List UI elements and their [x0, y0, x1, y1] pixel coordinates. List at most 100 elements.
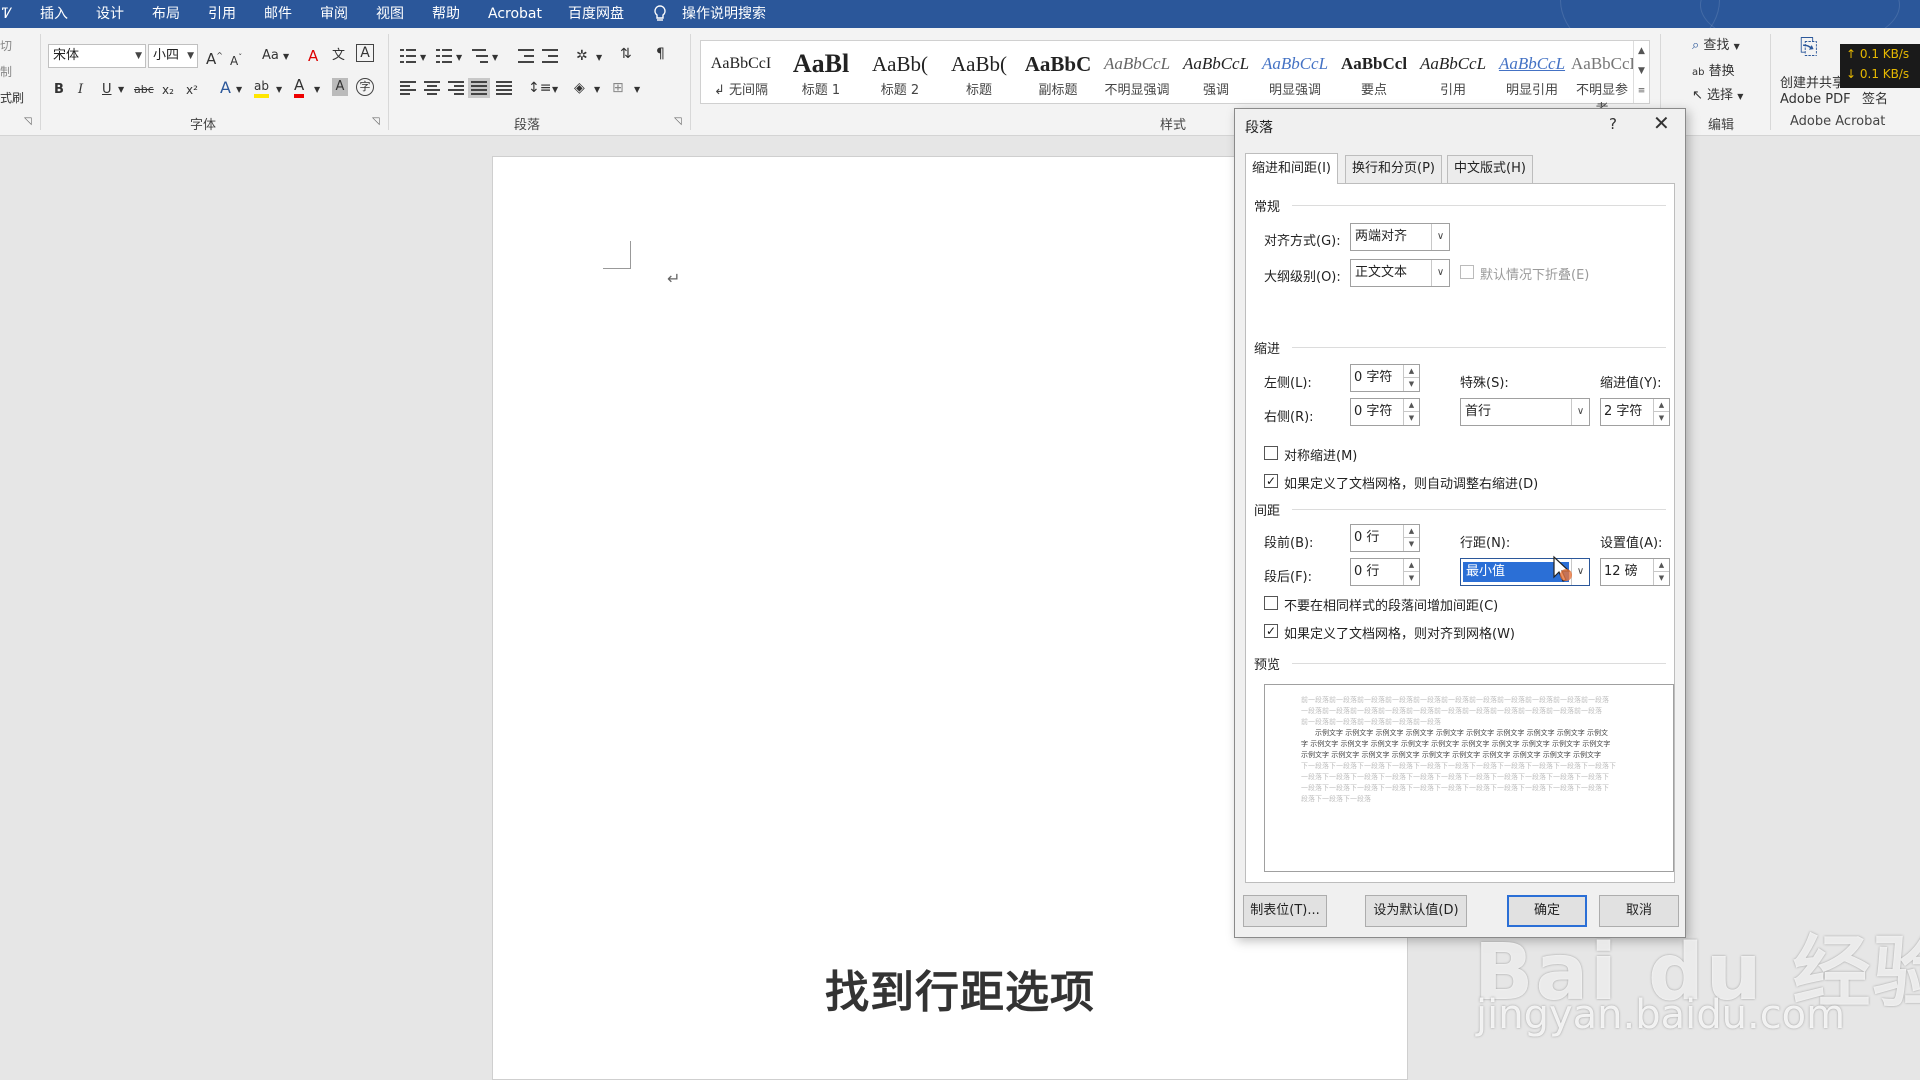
style-subtle-reference[interactable]: AaBbCcD不明显参考: [1571, 41, 1633, 117]
spin-down-icon[interactable]: ▼: [1403, 378, 1419, 391]
gallery-scrollbar[interactable]: ▲ ▼ ≡: [1633, 41, 1649, 103]
alignment-select[interactable]: 两端对齐 ∨: [1350, 223, 1450, 251]
show-marks-icon[interactable]: ¶: [656, 44, 665, 64]
tab-references[interactable]: 引用: [208, 0, 236, 28]
spin-down-icon[interactable]: ▼: [1653, 412, 1669, 425]
change-case-button[interactable]: Aa ▼: [262, 46, 289, 67]
paragraph-launcher-icon[interactable]: ◹: [674, 116, 682, 127]
strikethrough-button[interactable]: abc: [134, 80, 154, 100]
shrink-font-button[interactable]: Aˇ: [230, 48, 242, 71]
underline-button[interactable]: U: [102, 80, 112, 100]
style-emphasis[interactable]: AaBbCcL 强调: [1176, 41, 1256, 103]
left-indent-spinner[interactable]: 0 字符 ▲ ▼: [1350, 364, 1420, 392]
tab-mailings[interactable]: 邮件: [264, 0, 292, 28]
snap-to-grid-checkbox[interactable]: ✓: [1264, 624, 1278, 638]
sort-icon[interactable]: ⇅: [620, 44, 632, 64]
font-size-combo[interactable]: 小四 ▼: [148, 44, 198, 68]
shading-bucket-icon[interactable]: ◈: [574, 78, 585, 98]
right-indent-spinner[interactable]: 0 字符 ▲ ▼: [1350, 398, 1420, 426]
collapse-default-checkbox[interactable]: [1460, 265, 1474, 279]
style-subtle-emphasis[interactable]: AaBbCcL 不明显强调: [1097, 41, 1177, 103]
tabs-button[interactable]: 制表位(T)...: [1243, 895, 1327, 927]
character-shading-icon[interactable]: A: [332, 78, 348, 96]
numbering-icon[interactable]: [434, 48, 454, 64]
spin-up-icon[interactable]: ▲: [1403, 559, 1419, 572]
chevron-down-icon[interactable]: ▼: [456, 48, 462, 68]
align-left-icon[interactable]: [398, 80, 418, 96]
chevron-down-icon[interactable]: ▼: [552, 80, 558, 100]
style-subtitle[interactable]: AaBbC 副标题: [1018, 41, 1098, 103]
distributed-icon[interactable]: [494, 80, 514, 96]
spin-up-icon[interactable]: ▲: [1653, 559, 1669, 572]
enclose-characters-icon[interactable]: 字: [356, 78, 374, 96]
outline-level-select[interactable]: 正文文本 ∨: [1350, 259, 1450, 287]
spin-down-icon[interactable]: ▼: [1403, 538, 1419, 551]
style-heading-1[interactable]: AaBl 标题 1: [781, 41, 861, 103]
bold-button[interactable]: B: [54, 80, 64, 100]
clipboard-launcher-icon[interactable]: ◹: [24, 116, 32, 127]
style-no-spacing[interactable]: AaBbCcI ↲ 无间隔: [701, 41, 781, 103]
tell-me-search[interactable]: 操作说明搜索: [682, 0, 766, 28]
chevron-down-icon[interactable]: ▼: [420, 48, 426, 68]
font-name-combo[interactable]: 宋体 ▼: [48, 44, 146, 68]
cut-button[interactable]: 切: [0, 36, 12, 56]
auto-right-indent-checkbox[interactable]: ✓: [1264, 474, 1278, 488]
tab-home-partial[interactable]: Ꮴ: [2, 0, 13, 28]
tab-baidu-netdisk[interactable]: 百度网盘: [568, 0, 624, 28]
chevron-down-icon[interactable]: ▼: [236, 80, 242, 100]
phonetic-guide-icon[interactable]: 文: [332, 46, 345, 66]
asian-layout-icon[interactable]: ✲: [576, 46, 588, 66]
borders-icon[interactable]: ⊞: [612, 78, 624, 98]
tab-insert[interactable]: 插入: [40, 0, 68, 28]
tab-line-page-breaks[interactable]: 换行和分页(P): [1345, 155, 1442, 183]
no-space-same-style-checkbox[interactable]: [1264, 596, 1278, 610]
adobe-pdf-label[interactable]: Adobe PDF: [1780, 90, 1851, 110]
spin-up-icon[interactable]: ▲: [1403, 365, 1419, 378]
multilevel-list-icon[interactable]: [470, 48, 490, 64]
spin-down-icon[interactable]: ▼: [1653, 572, 1669, 585]
highlight-color-icon[interactable]: ab: [254, 78, 269, 98]
chevron-down-icon[interactable]: ▼: [596, 48, 602, 68]
style-intense-emphasis[interactable]: AaBbCcL 明显强调: [1255, 41, 1335, 103]
font-color-icon[interactable]: A: [294, 76, 305, 98]
spin-up-icon[interactable]: ▲: [1403, 399, 1419, 412]
bullets-icon[interactable]: [398, 48, 418, 64]
style-heading-2[interactable]: AaBb(标题 2: [860, 41, 940, 103]
tab-asian-typography[interactable]: 中文版式(H): [1447, 155, 1533, 183]
chevron-down-icon[interactable]: ▼: [276, 80, 282, 100]
tab-design[interactable]: 设计: [96, 0, 124, 28]
sign-button[interactable]: 签名: [1862, 90, 1888, 110]
character-border-icon[interactable]: A: [356, 44, 374, 62]
scroll-down-icon[interactable]: ▼: [1634, 61, 1649, 81]
superscript-button[interactable]: x²: [186, 80, 198, 100]
align-right-icon[interactable]: [446, 80, 466, 96]
close-icon[interactable]: ✕: [1653, 111, 1670, 135]
spin-down-icon[interactable]: ▼: [1403, 412, 1419, 425]
mirror-indents-checkbox[interactable]: [1264, 446, 1278, 460]
italic-button[interactable]: I: [78, 80, 83, 100]
decrease-indent-icon[interactable]: [516, 48, 536, 64]
grow-font-button[interactable]: A^: [206, 46, 223, 69]
style-quote[interactable]: AaBbCcL 引用: [1413, 41, 1493, 103]
tab-layout[interactable]: 布局: [152, 0, 180, 28]
align-center-icon[interactable]: [422, 80, 442, 96]
spin-down-icon[interactable]: ▼: [1403, 572, 1419, 585]
spin-up-icon[interactable]: ▲: [1403, 525, 1419, 538]
format-painter-button[interactable]: 式刷: [0, 88, 24, 108]
find-button[interactable]: ⌕ 查找 ▼: [1692, 36, 1740, 57]
tab-view[interactable]: 视图: [376, 0, 404, 28]
select-button[interactable]: ↖ 选择 ▼: [1692, 86, 1743, 107]
style-intense-quote[interactable]: AaBbCcL 明显引用: [1492, 41, 1572, 103]
increase-indent-icon[interactable]: [540, 48, 560, 64]
tab-review[interactable]: 审阅: [320, 0, 348, 28]
space-before-spinner[interactable]: 0 行 ▲ ▼: [1350, 524, 1420, 552]
text-effects-icon[interactable]: A: [220, 78, 231, 98]
spacing-at-spinner[interactable]: 12 磅 ▲ ▼: [1600, 558, 1670, 586]
spin-up-icon[interactable]: ▲: [1653, 399, 1669, 412]
chevron-down-icon[interactable]: ▼: [492, 48, 498, 68]
help-icon[interactable]: ?: [1609, 115, 1617, 133]
chevron-down-icon[interactable]: ▼: [314, 80, 320, 100]
scroll-up-icon[interactable]: ▲: [1634, 41, 1649, 61]
replace-button[interactable]: ab 替换: [1692, 62, 1735, 83]
tab-acrobat[interactable]: Acrobat: [488, 0, 542, 28]
